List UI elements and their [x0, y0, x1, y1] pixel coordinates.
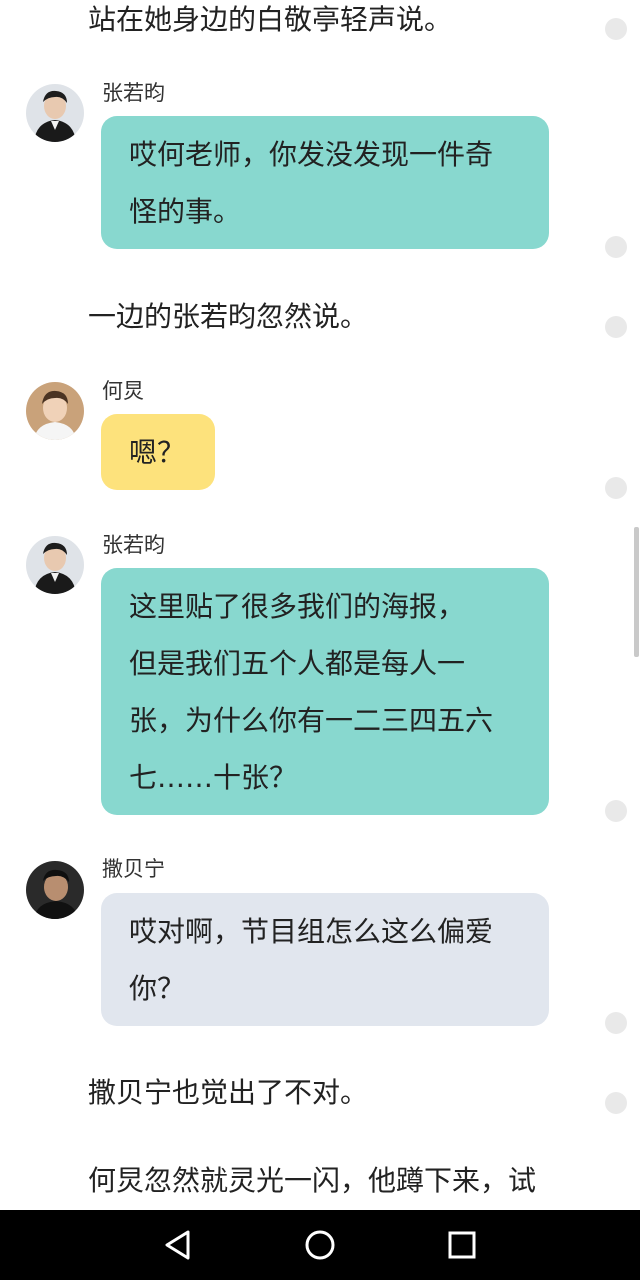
scrollbar-thumb[interactable]: [634, 527, 639, 657]
avatar-he-jiong[interactable]: [26, 382, 84, 440]
chat-bubble: 嗯？: [101, 414, 215, 490]
comment-dot[interactable]: [605, 800, 627, 822]
avatar-sa-beining[interactable]: [26, 861, 84, 919]
triangle-back-icon[interactable]: [155, 1222, 201, 1268]
chat-bubble: 哎对啊，节目组怎么这么偏爱 你？: [101, 893, 549, 1026]
comment-dot[interactable]: [605, 18, 627, 40]
comment-dot[interactable]: [605, 316, 627, 338]
chat-story-content[interactable]: 站在她身边的白敬亭轻声说。 张若昀 哎何老师，你发没发现一件奇 怪的事。 一边的…: [0, 0, 640, 1210]
square-recents-icon[interactable]: [439, 1222, 485, 1268]
chat-bubble: 哎何老师，你发没发现一件奇 怪的事。: [101, 116, 549, 249]
speaker-name: 何炅: [102, 379, 144, 403]
system-navigation-bar: [0, 1210, 640, 1280]
reader-screen: 站在她身边的白敬亭轻声说。 张若昀 哎何老师，你发没发现一件奇 怪的事。 一边的…: [0, 0, 640, 1280]
speaker-name: 张若昀: [102, 533, 165, 557]
narration-text: 站在她身边的白敬亭轻声说。: [88, 3, 453, 36]
chat-bubble: 这里贴了很多我们的海报， 但是我们五个人都是每人一 张，为什么你有一二三四五六 …: [101, 568, 549, 815]
narration-text: 何炅忽然就灵光一闪，他蹲下来，试: [88, 1164, 537, 1197]
comment-dot[interactable]: [605, 236, 627, 258]
narration-text: 撒贝宁也觉出了不对。: [88, 1076, 369, 1109]
speaker-name: 张若昀: [102, 81, 165, 105]
speaker-name: 撒贝宁: [102, 857, 165, 881]
comment-dot[interactable]: [605, 1092, 627, 1114]
avatar-zhang-ruoyun[interactable]: [26, 84, 84, 142]
comment-dot[interactable]: [605, 1012, 627, 1034]
comment-dot[interactable]: [605, 477, 627, 499]
narration-text: 一边的张若昀忽然说。: [88, 300, 369, 333]
avatar-zhang-ruoyun[interactable]: [26, 536, 84, 594]
circle-home-icon[interactable]: [297, 1222, 343, 1268]
